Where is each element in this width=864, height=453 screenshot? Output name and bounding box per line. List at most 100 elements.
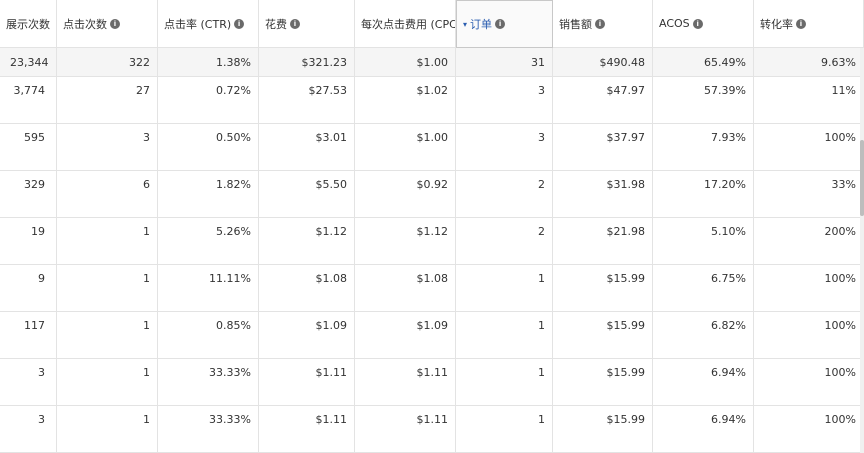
table-cell: $15.99: [553, 406, 653, 453]
table-cell: 3: [57, 124, 158, 171]
table-cell: 33.33%: [158, 359, 259, 406]
table-cell: 1: [456, 312, 553, 359]
table-cell: $47.97: [553, 77, 653, 124]
table-cell: $15.99: [553, 312, 653, 359]
table-cell: $1.02: [355, 77, 456, 124]
table-cell: 3: [456, 77, 553, 124]
table-cell: 100%: [754, 359, 864, 406]
table-cell: 1: [57, 265, 158, 312]
table-cell: $37.97: [553, 124, 653, 171]
table-cell: $15.99: [553, 359, 653, 406]
table-cell: 1.82%: [158, 171, 259, 218]
col-label: 花费: [265, 17, 287, 31]
col-label: 销售额: [559, 17, 592, 31]
col-label: ACOS: [659, 17, 690, 30]
table-cell: 1: [456, 406, 553, 453]
report-table: 展示次数 点击次数 i 点击率 (CTR) i 花费 i 每次点击费用 (CPC) ▾…: [0, 0, 864, 453]
table-cell: 17.20%: [653, 171, 754, 218]
table-row: 3,774 27 0.72% $27.53 $1.02 3 $47.97 57.39% 11%: [0, 77, 864, 124]
col-ctr[interactable]: 点击率 (CTR) i: [158, 0, 259, 48]
table-cell: 100%: [754, 406, 864, 453]
total-cell: $1.00: [355, 48, 456, 77]
table-cell: $1.11: [355, 359, 456, 406]
table-cell: $1.08: [355, 265, 456, 312]
scrollbar-thumb[interactable]: [860, 140, 864, 216]
table-cell: $1.09: [259, 312, 355, 359]
table-cell: 11%: [754, 77, 864, 124]
table-cell: 9: [0, 265, 57, 312]
table-cell: $1.11: [259, 406, 355, 453]
table-cell: $5.50: [259, 171, 355, 218]
table-cell: 1: [57, 312, 158, 359]
table-cell: 3,774: [0, 77, 57, 124]
table-row: 329 6 1.82% $5.50 $0.92 2 $31.98 17.20% 33%: [0, 171, 864, 218]
table-cell: 7.93%: [653, 124, 754, 171]
total-cell: 322: [57, 48, 158, 77]
total-cell: 1.38%: [158, 48, 259, 77]
col-label: 展示次数: [6, 17, 50, 31]
total-cell: $490.48: [553, 48, 653, 77]
table-cell: 595: [0, 124, 57, 171]
col-label: 点击率 (CTR): [164, 17, 232, 31]
info-icon[interactable]: i: [595, 18, 605, 29]
table-cell: $1.12: [355, 218, 456, 265]
table-cell: $1.00: [355, 124, 456, 171]
info-icon[interactable]: i: [110, 18, 120, 29]
table-cell: $0.92: [355, 171, 456, 218]
table-cell: 5.10%: [653, 218, 754, 265]
vertical-scrollbar[interactable]: [860, 48, 864, 453]
table-cell: 1: [57, 359, 158, 406]
table-cell: $21.98: [553, 218, 653, 265]
table-cell: 19: [0, 218, 57, 265]
total-cell: $321.23: [259, 48, 355, 77]
table-cell: 3: [0, 406, 57, 453]
info-icon[interactable]: i: [692, 18, 703, 29]
table-row: 3 1 33.33% $1.11 $1.11 1 $15.99 6.94% 100%: [0, 359, 864, 406]
col-conversion-rate[interactable]: 转化率 i: [754, 0, 864, 48]
col-spend[interactable]: 花费 i: [259, 0, 355, 48]
col-acos[interactable]: ACOS i: [653, 0, 754, 48]
col-label: 转化率: [760, 17, 793, 31]
totals-row: 23,344 322 1.38% $321.23 $1.00 31 $490.4…: [0, 48, 864, 77]
table-cell: 2: [456, 218, 553, 265]
table-cell: 117: [0, 312, 57, 359]
col-label: 每次点击费用 (CPC): [361, 17, 456, 31]
col-orders[interactable]: ▾ 订单 i: [456, 0, 553, 48]
table-cell: 5.26%: [158, 218, 259, 265]
total-cell: 31: [456, 48, 553, 77]
table-row: 117 1 0.85% $1.09 $1.09 1 $15.99 6.82% 100%: [0, 312, 864, 359]
col-label: 订单: [470, 18, 493, 31]
col-cpc[interactable]: 每次点击费用 (CPC): [355, 0, 456, 48]
table-cell: 6.94%: [653, 406, 754, 453]
table-cell: 200%: [754, 218, 864, 265]
col-clicks[interactable]: 点击次数 i: [57, 0, 158, 48]
table-cell: 33%: [754, 171, 864, 218]
table-cell: 1: [57, 218, 158, 265]
table-cell: 2: [456, 171, 553, 218]
total-cell: 23,344: [0, 48, 57, 77]
info-icon[interactable]: i: [290, 18, 300, 29]
col-impressions[interactable]: 展示次数: [0, 0, 57, 48]
table-header: 展示次数 点击次数 i 点击率 (CTR) i 花费 i 每次点击费用 (CPC) ▾…: [0, 0, 864, 48]
info-icon[interactable]: i: [495, 19, 506, 29]
table-cell: 6.75%: [653, 265, 754, 312]
table-cell: 100%: [754, 265, 864, 312]
col-sales[interactable]: 销售额 i: [553, 0, 653, 48]
table-cell: 27: [57, 77, 158, 124]
table-row: 19 1 5.26% $1.12 $1.12 2 $21.98 5.10% 200%: [0, 218, 864, 265]
table-row: 3 1 33.33% $1.11 $1.11 1 $15.99 6.94% 100%: [0, 406, 864, 453]
table-cell: $1.11: [259, 359, 355, 406]
col-label: 点击次数: [63, 17, 107, 31]
total-cell: 9.63%: [754, 48, 864, 77]
table-cell: 6: [57, 171, 158, 218]
info-icon[interactable]: i: [234, 18, 245, 29]
table-cell: 6.82%: [653, 312, 754, 359]
table-cell: $1.12: [259, 218, 355, 265]
info-icon[interactable]: i: [796, 18, 806, 29]
table-cell: $27.53: [259, 77, 355, 124]
table-cell: $3.01: [259, 124, 355, 171]
table-cell: 1: [57, 406, 158, 453]
table-cell: 11.11%: [158, 265, 259, 312]
sort-desc-icon: ▾: [463, 19, 468, 29]
total-cell: 65.49%: [653, 48, 754, 77]
